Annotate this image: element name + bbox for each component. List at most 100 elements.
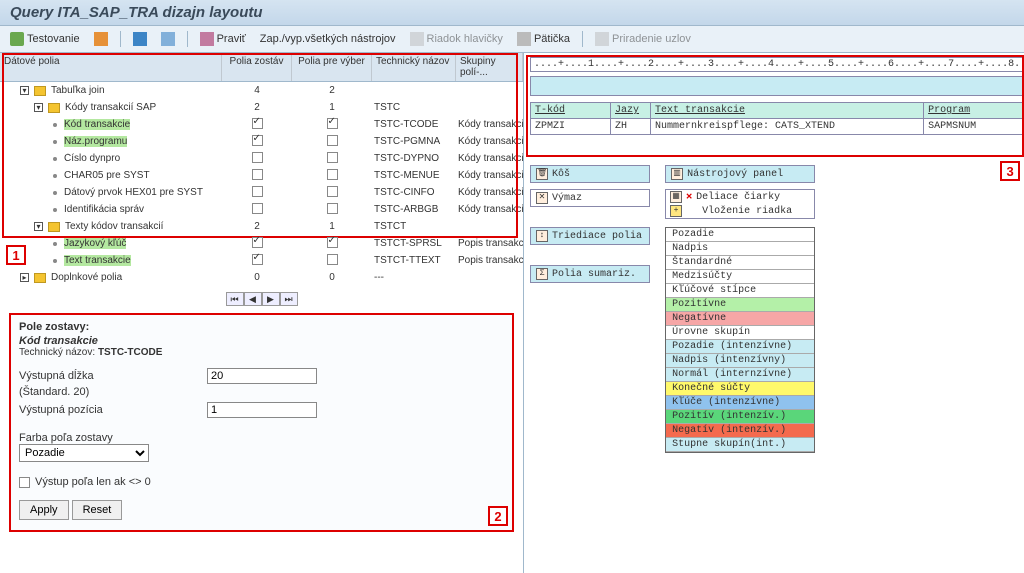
col-tcode[interactable]: T-kód [531, 103, 611, 119]
callout-1: 1 [6, 245, 26, 265]
color-option[interactable]: Nadpis (intenzívny) [666, 354, 814, 368]
field-checkbox[interactable] [252, 118, 263, 129]
col-text[interactable]: Text transakcie [651, 103, 924, 119]
field-checkbox[interactable] [327, 118, 338, 129]
col-data-fields[interactable]: Dátové polia [0, 53, 222, 81]
expand-icon[interactable]: ▾ [34, 103, 43, 112]
field-checkbox[interactable] [252, 254, 263, 265]
cell-text[interactable]: Nummernkreispflege: CATS_XTEND [651, 119, 924, 135]
color-option[interactable]: Úrovne skupín [666, 326, 814, 340]
color-option[interactable]: Kľúče (intenzívne) [666, 396, 814, 410]
toolbar-panel-button[interactable]: ▥Nástrojový panel [665, 165, 815, 183]
folder-icon [48, 222, 60, 232]
expand-icon[interactable]: ▾ [20, 86, 29, 95]
field-checkbox[interactable] [327, 203, 338, 214]
reset-button[interactable]: Reset [72, 500, 123, 520]
tree-row[interactable]: Dátový prvok HEX01 pre SYSTTSTC-CINFOKód… [0, 184, 523, 201]
del-separator-button[interactable]: ▦✕Deliace čiarky [666, 190, 814, 204]
color-option[interactable]: Medzisúčty [666, 270, 814, 284]
field-checkbox[interactable] [252, 186, 263, 197]
color-option[interactable]: Pozitívne [666, 298, 814, 312]
field-checkbox[interactable] [327, 254, 338, 265]
tree-row[interactable]: Text transakcieTSTCT-TTEXTPopis transakc… [0, 252, 523, 269]
tech-name: TSTC-DYPNO [372, 153, 456, 164]
output-length-input[interactable] [207, 368, 317, 384]
color-option[interactable]: Kľúčové stĺpce [666, 284, 814, 298]
scroll-prev-icon[interactable]: ◀ [244, 292, 262, 306]
tree-row[interactable]: Identifikácia správTSTC-ARBGBKódy transa… [0, 201, 523, 218]
cell-lang[interactable]: ZH [611, 119, 651, 135]
expand-icon[interactable]: ▸ [20, 273, 29, 282]
color-option[interactable]: Stupne skupín(int.) [666, 438, 814, 452]
output-position-input[interactable] [207, 402, 317, 418]
cell-program[interactable]: SAPMSNUM [924, 119, 1024, 135]
tree-row[interactable]: Náz.programuTSTC-PGMNAKódy transakcií ..… [0, 133, 523, 150]
color-option[interactable]: Negatívne [666, 312, 814, 326]
delete-button[interactable]: ✕Výmaz [530, 189, 650, 207]
field-checkbox[interactable] [327, 135, 338, 146]
wizard-icon[interactable] [90, 30, 112, 48]
saveas-icon[interactable] [157, 30, 179, 48]
field-color-select[interactable]: Pozadie [19, 444, 149, 462]
scroll-first-icon[interactable]: ⏮ [226, 292, 244, 306]
color-option[interactable]: Konečné súčty [666, 382, 814, 396]
field-checkbox[interactable] [252, 169, 263, 180]
edit-label: Praviť [217, 33, 246, 45]
tree-row[interactable]: CHAR05 pre SYSTTSTC-MENUEKódy transakcií… [0, 167, 523, 184]
tree-row[interactable]: ▾Tabuľka join42 [0, 82, 523, 99]
sum-fields-button[interactable]: ΣPolia sumariz. [530, 265, 650, 283]
footer-button[interactable]: Pätička [513, 30, 574, 48]
test-button[interactable]: Testovanie [6, 30, 84, 48]
tree-row[interactable]: ▾Kódy transakcií SAP21TSTC [0, 99, 523, 116]
col-program[interactable]: Program [924, 103, 1024, 119]
field-checkbox[interactable] [252, 203, 263, 214]
field-checkbox[interactable] [327, 186, 338, 197]
field-checkbox[interactable] [327, 152, 338, 163]
tree-row[interactable]: ▾Texty kódov transakcií21TSTCT [0, 218, 523, 235]
scroll-last-icon[interactable]: ⏭ [280, 292, 298, 306]
cell-tcode[interactable]: ZPMZI [531, 119, 611, 135]
col-tech-name[interactable]: Technický názov [372, 53, 456, 81]
trash-button[interactable]: 🗑Kôš [530, 165, 650, 183]
tree-row[interactable]: ▸Doplnkové polia00--- [0, 269, 523, 286]
field-group: Kódy transakcií ... [456, 170, 523, 181]
tree-row[interactable]: Jazykový kľúčTSTCT-SPRSLPopis transakcií… [0, 235, 523, 252]
save-icon[interactable] [129, 30, 151, 48]
col-lang[interactable]: Jazy [611, 103, 651, 119]
test-label: Testovanie [27, 33, 80, 45]
preview-table: T-kód Jazy Text transakcie Program ZPMZI… [530, 102, 1024, 135]
col-report-fields[interactable]: Polia zostáv [222, 53, 292, 81]
tech-name: --- [372, 272, 456, 283]
color-option[interactable]: Nadpis [666, 242, 814, 256]
toolbar-panel-label: Nástrojový panel [687, 169, 783, 180]
bullet-icon [53, 242, 57, 246]
field-checkbox[interactable] [252, 152, 263, 163]
scroll-next-icon[interactable]: ▶ [262, 292, 280, 306]
header-row-button[interactable]: Riadok hlavičky [406, 30, 507, 48]
color-option[interactable]: Pozitív (intenzív.) [666, 410, 814, 424]
color-option[interactable]: Štandardné [666, 256, 814, 270]
assign-nodes-button[interactable]: Priradenie uzlov [591, 30, 695, 48]
col-field-groups[interactable]: Skupiny polí-... [456, 53, 523, 81]
field-checkbox[interactable] [252, 237, 263, 248]
tree-row[interactable]: Číslo dynproTSTC-DYPNOKódy transakcií ..… [0, 150, 523, 167]
row-label: Identifikácia správ [64, 204, 144, 215]
edit-button[interactable]: Praviť [196, 30, 250, 48]
color-option[interactable]: Pozadie (intenzívne) [666, 340, 814, 354]
field-checkbox[interactable] [252, 135, 263, 146]
color-option[interactable]: Pozadie [666, 228, 814, 242]
field-checkbox[interactable] [327, 237, 338, 248]
field-checkbox[interactable] [327, 169, 338, 180]
bullet-icon [53, 157, 57, 161]
apply-button[interactable]: Apply [19, 500, 69, 520]
col-select-fields[interactable]: Polia pre výber [292, 53, 372, 81]
tree-row[interactable]: Kód transakcieTSTC-TCODEKódy transakcií … [0, 116, 523, 133]
sort-fields-button[interactable]: ↕Triediace polia [530, 227, 650, 245]
callout-3: 3 [1000, 161, 1020, 181]
insert-row-button[interactable]: +Vloženie riadka [666, 204, 814, 218]
color-option[interactable]: Normál (internzívne) [666, 368, 814, 382]
toggle-tools-button[interactable]: Zap./vyp.všetkých nástrojov [256, 31, 400, 47]
output-if-nonzero-checkbox[interactable] [19, 477, 30, 488]
color-option[interactable]: Negatív (intenzív.) [666, 424, 814, 438]
expand-icon[interactable]: ▾ [34, 222, 43, 231]
